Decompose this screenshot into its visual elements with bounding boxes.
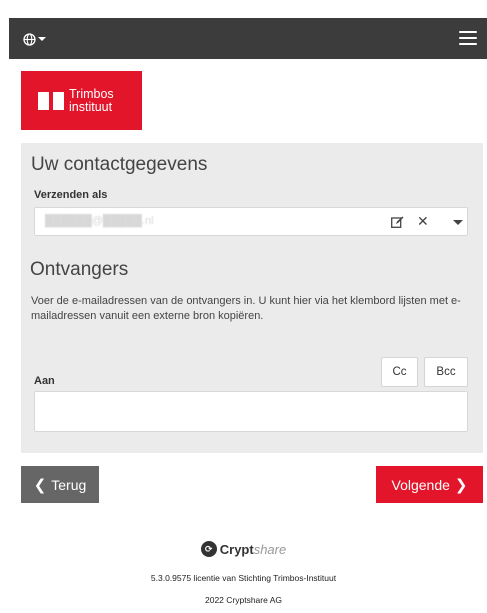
- menu-button[interactable]: [459, 31, 477, 45]
- form-panel: Uw contactgegevens Verzenden als ██████@…: [21, 143, 483, 453]
- top-navbar: [9, 18, 487, 59]
- to-input[interactable]: [34, 391, 468, 432]
- contact-heading: Uw contactgegevens: [31, 154, 208, 175]
- brand-italic: share: [253, 541, 287, 557]
- copyright-text: 2022 Cryptshare AG: [204, 595, 282, 605]
- chevron-left-icon: ❮: [33, 476, 47, 494]
- back-button[interactable]: ❮ Terug: [21, 466, 99, 503]
- logo-line-2: instituut: [69, 99, 113, 114]
- chevron-down-icon: [38, 37, 46, 41]
- cryptshare-logo: ⟳ Cryptshare: [0, 541, 487, 557]
- brand-bold: Crypt: [219, 541, 254, 557]
- edit-icon[interactable]: [391, 216, 404, 228]
- sender-label: Verzenden als: [34, 189, 108, 201]
- globe-icon: [23, 32, 36, 46]
- cryptshare-mark-icon: ⟳: [200, 541, 217, 557]
- recipients-heading: Ontvangers: [30, 259, 129, 280]
- cc-button[interactable]: Cc: [381, 357, 418, 387]
- trimbos-logo: Trimbos instituut: [21, 71, 142, 130]
- hamburger-icon-bar: [459, 43, 477, 45]
- logo-line-1: Trimbos: [69, 86, 114, 101]
- next-button[interactable]: Volgende ❯: [376, 466, 483, 503]
- next-label: Volgende: [391, 476, 450, 493]
- recipients-description: Voer de e-mailadressen van de ontvangers…: [31, 295, 461, 322]
- hamburger-icon-bar: [459, 37, 477, 39]
- language-selector[interactable]: [23, 30, 49, 48]
- hamburger-icon-bar: [459, 31, 477, 33]
- logo-mark-icon: [38, 91, 64, 110]
- sender-select[interactable]: ██████@█████.nl ✕: [34, 207, 468, 236]
- chevron-down-icon[interactable]: [453, 220, 463, 225]
- license-text: 5.3.0.9575 licentie van Stichting Trimbo…: [150, 573, 337, 583]
- clear-icon[interactable]: ✕: [417, 213, 429, 229]
- back-label: Terug: [51, 476, 87, 493]
- bcc-button[interactable]: Bcc: [424, 357, 468, 387]
- chevron-right-icon: ❯: [454, 476, 468, 494]
- sender-value: ██████@█████.nl: [45, 215, 154, 227]
- to-label: Aan: [34, 375, 55, 387]
